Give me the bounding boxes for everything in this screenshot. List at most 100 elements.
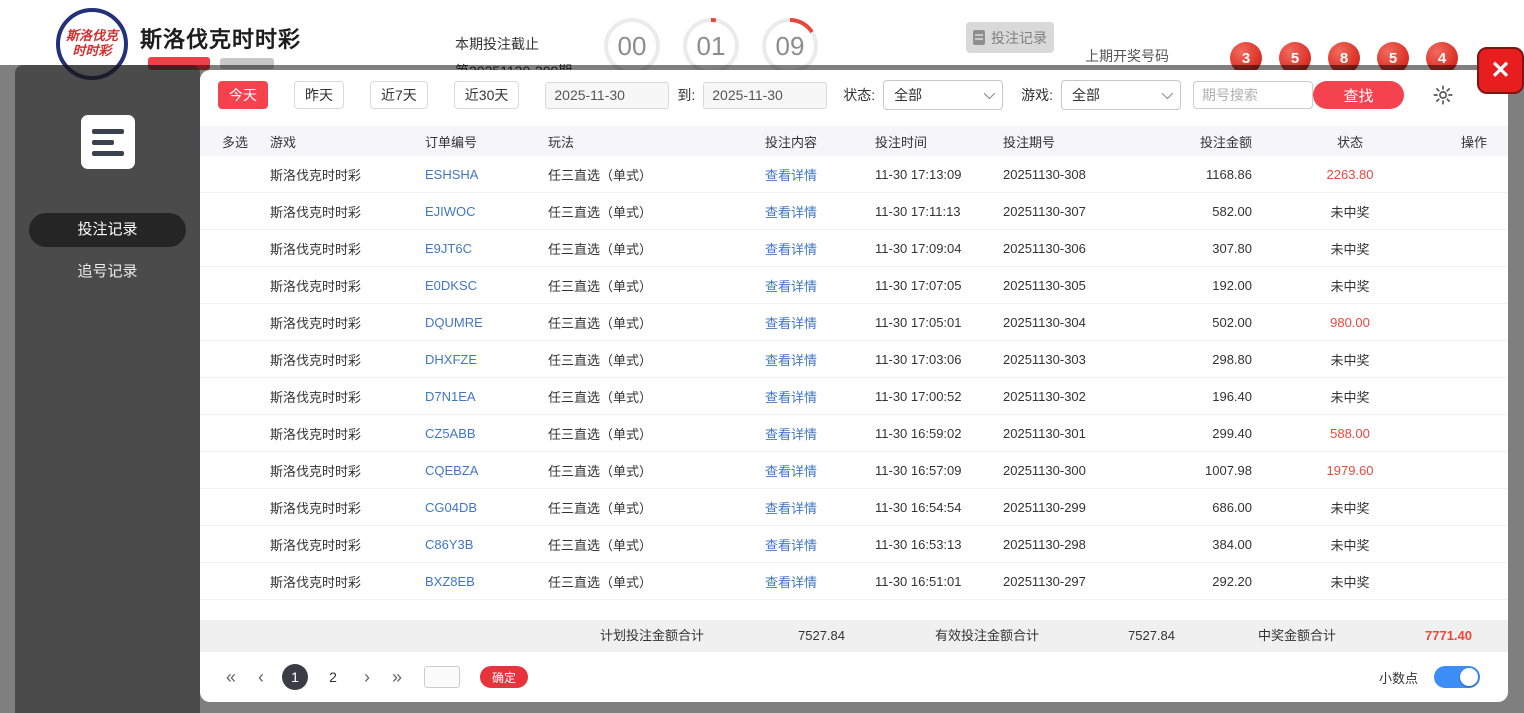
date-from-input[interactable] <box>545 81 670 109</box>
row-bet-period: 20251130-306 <box>1003 240 1086 256</box>
order-id-link[interactable]: DHXFZE <box>425 352 477 367</box>
order-id-link[interactable]: CQEBZA <box>425 463 478 478</box>
view-details-link[interactable]: 查看详情 <box>765 168 817 183</box>
order-id-link[interactable]: C86Y3B <box>425 537 473 552</box>
view-details-link[interactable]: 查看详情 <box>765 390 817 405</box>
view-details-link[interactable]: 查看详情 <box>765 279 817 294</box>
order-id-link[interactable]: EJIWOC <box>425 204 476 219</box>
row-play-type: 任三直选（单式） <box>548 389 653 405</box>
row-play-type: 任三直选（单式） <box>548 463 653 479</box>
row-status: 未中奖 <box>1330 574 1370 590</box>
row-bet-time: 11-30 16:53:13 <box>875 536 962 552</box>
row-bet-period: 20251130-298 <box>1003 536 1086 552</box>
bet-records-button[interactable]: 投注记录 <box>966 22 1054 53</box>
row-game: 斯洛伐克时时彩 <box>270 463 362 479</box>
row-game: 斯洛伐克时时彩 <box>270 204 362 220</box>
row-status: 未中奖 <box>1330 204 1370 220</box>
period-search-input[interactable] <box>1192 81 1313 109</box>
view-details-link[interactable]: 查看详情 <box>765 242 817 257</box>
table-header-row: 多选 游戏 订单编号 玩法 投注内容 投注时间 投注期号 投注金额 状态 操作 <box>200 126 1508 156</box>
order-id-link[interactable]: DQUMRE <box>425 315 483 330</box>
row-play-type: 任三直选（单式） <box>548 315 653 331</box>
bet-records-modal: 今天昨天近7天近30天 到: 状态: 全部 游戏: 全部 查找 多选 游戏 订单编号… <box>200 70 1508 702</box>
order-id-link[interactable]: CG04DB <box>425 500 477 515</box>
win-total-label: 中奖金额合计 <box>1258 628 1337 643</box>
row-bet-amount: 298.80 <box>1212 351 1252 367</box>
row-game: 斯洛伐克时时彩 <box>270 426 362 442</box>
row-play-type: 任三直选（单式） <box>548 574 653 590</box>
row-bet-period: 20251130-304 <box>1003 314 1086 330</box>
row-status: 1979.60 <box>1326 462 1374 478</box>
decimal-point-toggle[interactable] <box>1434 666 1480 688</box>
order-id-link[interactable]: CZ5ABB <box>425 426 476 441</box>
row-status: 未中奖 <box>1330 278 1370 294</box>
summary-row: 计划投注金额合计 7527.84 有效投注金额合计 7527.84 中奖金额合计… <box>200 620 1508 652</box>
view-details-link[interactable]: 查看详情 <box>765 316 817 331</box>
quick-filter-today[interactable]: 今天 <box>218 81 268 109</box>
close-button[interactable]: ✕ <box>1477 47 1524 94</box>
game-select[interactable]: 全部 <box>1060 80 1181 110</box>
row-bet-amount: 292.20 <box>1212 573 1252 589</box>
sidebar-item-chase-records[interactable]: 追号记录 <box>29 255 186 289</box>
row-status: 未中奖 <box>1330 241 1370 257</box>
row-bet-period: 20251130-302 <box>1003 388 1086 404</box>
row-bet-period: 20251130-308 <box>1003 166 1086 182</box>
view-details-link[interactable]: 查看详情 <box>765 464 817 479</box>
row-game: 斯洛伐克时时彩 <box>270 537 362 553</box>
column-header: 投注期号 <box>1003 134 1056 150</box>
row-play-type: 任三直选（单式） <box>548 278 653 294</box>
countdown-digits: 01 <box>696 30 726 61</box>
row-bet-amount: 192.00 <box>1212 277 1252 293</box>
order-id-link[interactable]: D7N1EA <box>425 389 476 404</box>
row-bet-time: 11-30 17:09:04 <box>875 240 962 256</box>
row-play-type: 任三直选（单式） <box>548 204 653 220</box>
status-select[interactable]: 全部 <box>883 80 1004 110</box>
search-button[interactable]: 查找 <box>1312 81 1404 109</box>
quick-filter-group: 今天 昨天 近7天 近30天 <box>218 81 545 109</box>
quick-filter-yesterday[interactable]: 昨天 <box>294 81 344 109</box>
view-details-link[interactable]: 查看详情 <box>765 575 817 590</box>
table-row: 斯洛伐克时时彩 BXZ8EB 任三直选（单式） 查看详情 11-30 16:51:01 2… <box>200 563 1508 600</box>
sidebar-item-bet-records[interactable]: 投注记录 <box>29 213 186 247</box>
sidebar-menu: 投注记录 追号记录 <box>15 213 200 289</box>
page-jump-input[interactable] <box>424 666 460 688</box>
row-status: 未中奖 <box>1330 352 1370 368</box>
column-header: 订单编号 <box>425 134 478 150</box>
row-bet-time: 11-30 17:03:06 <box>875 351 962 367</box>
view-details-link[interactable]: 查看详情 <box>765 353 817 368</box>
row-bet-time: 11-30 17:11:13 <box>875 203 961 219</box>
win-total-value: 7771.40 <box>1425 628 1472 643</box>
page-button-2[interactable]: 2 <box>320 664 346 690</box>
settings-gear-icon[interactable] <box>1432 84 1454 106</box>
view-details-link[interactable]: 查看详情 <box>765 538 817 553</box>
order-id-link[interactable]: E9JT6C <box>425 241 472 256</box>
next-page-button[interactable]: › <box>358 667 376 688</box>
last-page-button[interactable]: » <box>388 667 406 688</box>
row-game: 斯洛伐克时时彩 <box>270 574 362 590</box>
row-status: 未中奖 <box>1330 500 1370 516</box>
view-details-link[interactable]: 查看详情 <box>765 427 817 442</box>
row-game: 斯洛伐克时时彩 <box>270 389 362 405</box>
page-button-1[interactable]: 1 <box>282 664 308 690</box>
first-page-button[interactable]: « <box>222 667 240 688</box>
chevron-down-icon <box>1161 87 1173 100</box>
row-bet-amount: 384.00 <box>1212 536 1252 552</box>
table-row: 斯洛伐克时时彩 ESHSHA 任三直选（单式） 查看详情 11-30 17:13:09 2… <box>200 156 1508 193</box>
column-header: 投注金额 <box>1199 134 1252 150</box>
decimal-point-label: 小数点 <box>1378 670 1418 686</box>
order-id-link[interactable]: BXZ8EB <box>425 574 475 589</box>
row-play-type: 任三直选（单式） <box>548 167 653 183</box>
view-details-link[interactable]: 查看详情 <box>765 205 817 220</box>
valid-total-label: 有效投注金额合计 <box>935 628 1040 643</box>
bet-records-button-label: 投注记录 <box>991 29 1047 46</box>
quick-filter-last-30-days[interactable]: 近30天 <box>453 81 520 109</box>
prev-page-button[interactable]: ‹ <box>252 667 270 688</box>
confirm-page-button[interactable]: 确定 <box>480 666 529 688</box>
view-details-link[interactable]: 查看详情 <box>765 501 817 516</box>
order-id-link[interactable]: E0DKSC <box>425 278 477 293</box>
filter-bar: 今天昨天近7天近30天 到: 状态: 全部 游戏: 全部 查找 <box>200 78 1508 112</box>
date-to-input[interactable] <box>703 81 828 109</box>
order-id-link[interactable]: ESHSHA <box>425 167 478 182</box>
row-bet-amount: 307.80 <box>1212 240 1252 256</box>
quick-filter-last-7-days[interactable]: 近7天 <box>370 81 428 109</box>
